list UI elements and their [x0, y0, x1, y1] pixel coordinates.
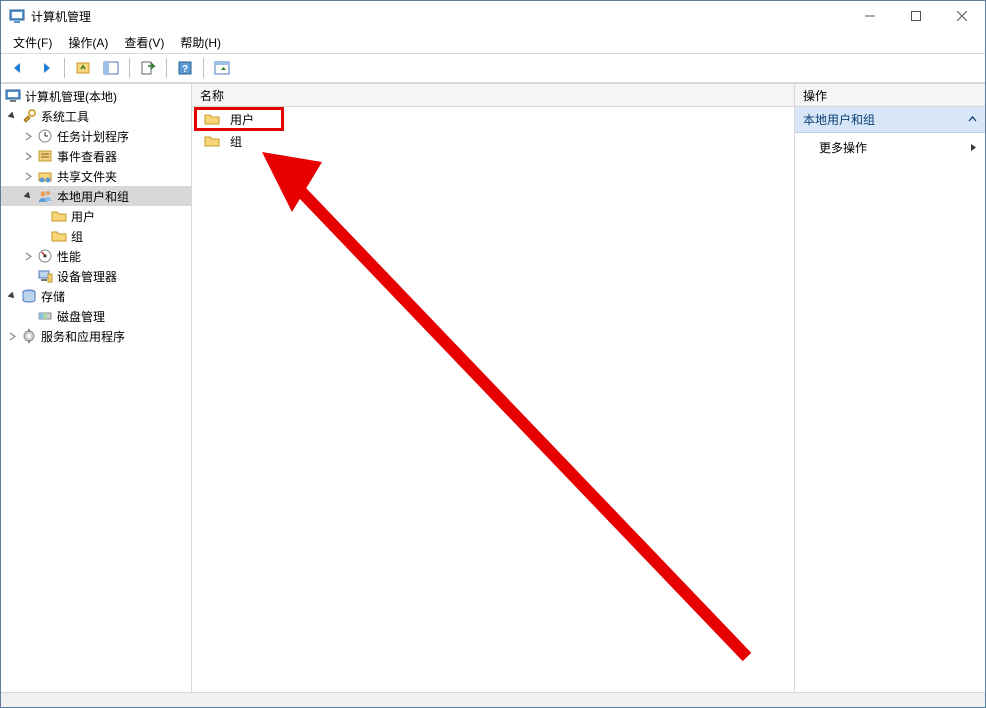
export-button[interactable]	[135, 55, 161, 81]
expand-icon[interactable]	[21, 169, 35, 183]
tree-groups[interactable]: 组	[1, 226, 191, 246]
close-button[interactable]	[939, 1, 985, 31]
toolbar: ?	[1, 53, 985, 83]
menu-file[interactable]: 文件(F)	[7, 32, 58, 53]
up-button[interactable]	[70, 55, 96, 81]
separator	[203, 58, 204, 78]
collapse-icon[interactable]	[21, 189, 35, 203]
forward-button[interactable]	[33, 55, 59, 81]
statusbar	[1, 692, 985, 707]
maximize-button[interactable]	[893, 1, 939, 31]
list-item-users[interactable]: 用户	[196, 109, 282, 129]
tree-label: 磁盘管理	[57, 308, 105, 325]
action-more[interactable]: 更多操作	[795, 133, 985, 162]
tree-shared-folders[interactable]: 共享文件夹	[1, 166, 191, 186]
event-icon	[37, 148, 53, 164]
tree-label: 系统工具	[41, 108, 89, 125]
menu-view[interactable]: 查看(V)	[118, 32, 170, 53]
list-item-groups[interactable]: 组	[192, 131, 794, 151]
collapse-icon[interactable]	[5, 289, 19, 303]
tree-users[interactable]: 用户	[1, 206, 191, 226]
window-title: 计算机管理	[31, 8, 847, 25]
minimize-button[interactable]	[847, 1, 893, 31]
collapse-icon[interactable]	[5, 109, 19, 123]
device-icon	[37, 268, 53, 284]
folder-icon	[51, 208, 67, 224]
tree-label: 存储	[41, 288, 65, 305]
tree-label: 性能	[57, 248, 81, 265]
folder-icon	[204, 111, 220, 127]
back-button[interactable]	[5, 55, 31, 81]
show-hide-tree-button[interactable]	[98, 55, 124, 81]
tree-label: 事件查看器	[57, 148, 117, 165]
clock-icon	[37, 128, 53, 144]
tree-label: 任务计划程序	[57, 128, 129, 145]
tree-task-scheduler[interactable]: 任务计划程序	[1, 126, 191, 146]
tree-label: 共享文件夹	[57, 168, 117, 185]
storage-icon	[21, 288, 37, 304]
expand-icon[interactable]	[5, 329, 19, 343]
annotation-arrow	[247, 127, 777, 687]
tree-label: 计算机管理(本地)	[25, 88, 117, 105]
action-pane: 操作 本地用户和组 更多操作	[795, 84, 985, 692]
tree-disk-mgmt[interactable]: 磁盘管理	[1, 306, 191, 326]
tree-system-tools[interactable]: 系统工具	[1, 106, 191, 126]
tree-performance[interactable]: 性能	[1, 246, 191, 266]
help-button[interactable]: ?	[172, 55, 198, 81]
tree-label: 组	[71, 228, 83, 245]
users-groups-icon	[37, 188, 53, 204]
tree-storage[interactable]: 存储	[1, 286, 191, 306]
titlebar: 计算机管理	[1, 1, 985, 31]
tree-local-users-groups[interactable]: 本地用户和组	[1, 186, 191, 206]
menu-action[interactable]: 操作(A)	[62, 32, 114, 53]
folder-icon	[204, 133, 220, 149]
separator	[166, 58, 167, 78]
action-section[interactable]: 本地用户和组	[795, 107, 985, 133]
menubar: 文件(F) 操作(A) 查看(V) 帮助(H)	[1, 31, 985, 53]
tree-device-manager[interactable]: 设备管理器	[1, 266, 191, 286]
list-item-label: 组	[230, 133, 242, 150]
list-item-label: 用户	[230, 111, 254, 128]
separator	[129, 58, 130, 78]
svg-text:?: ?	[182, 64, 188, 75]
performance-icon	[37, 248, 53, 264]
tree-label: 用户	[71, 208, 95, 225]
tree-pane[interactable]: 计算机管理(本地) 系统工具 任务计划程序 事件查看器	[1, 84, 192, 692]
tools-icon	[21, 108, 37, 124]
separator	[64, 58, 65, 78]
expand-icon[interactable]	[21, 129, 35, 143]
tree-root[interactable]: 计算机管理(本地)	[1, 86, 191, 106]
collapse-icon	[968, 113, 977, 127]
tree-label: 本地用户和组	[57, 188, 129, 205]
disk-icon	[37, 308, 53, 324]
refresh-button[interactable]	[209, 55, 235, 81]
action-item-label: 更多操作	[819, 139, 867, 156]
chevron-right-icon	[970, 141, 977, 155]
tree-event-viewer[interactable]: 事件查看器	[1, 146, 191, 166]
expand-icon[interactable]	[21, 149, 35, 163]
expand-icon[interactable]	[21, 249, 35, 263]
services-icon	[21, 328, 37, 344]
shared-folder-icon	[37, 168, 53, 184]
tree-label: 服务和应用程序	[41, 328, 125, 345]
app-icon	[9, 8, 25, 24]
tree-label: 设备管理器	[57, 268, 117, 285]
action-pane-header: 操作	[795, 84, 985, 107]
folder-icon	[51, 228, 67, 244]
action-section-label: 本地用户和组	[803, 111, 875, 128]
computer-icon	[5, 88, 21, 104]
menu-help[interactable]: 帮助(H)	[174, 32, 227, 53]
list-pane: 名称 用户 组	[192, 84, 795, 692]
tree-services-apps[interactable]: 服务和应用程序	[1, 326, 191, 346]
list-header-name[interactable]: 名称	[192, 84, 794, 107]
